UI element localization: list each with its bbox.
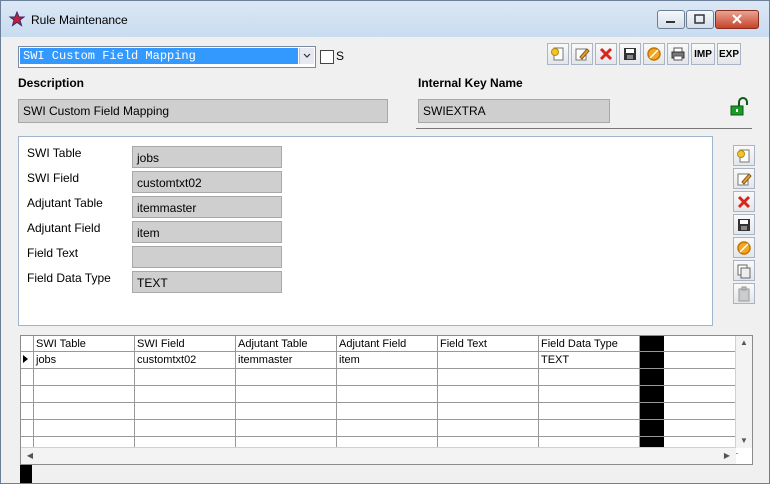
adjutant-field-field[interactable]: item bbox=[132, 221, 282, 243]
delete-button[interactable] bbox=[595, 43, 617, 65]
print-button[interactable] bbox=[667, 43, 689, 65]
grid-cell[interactable]: jobs bbox=[33, 351, 135, 369]
chevron-down-icon bbox=[303, 53, 311, 58]
cancel-button[interactable] bbox=[643, 43, 665, 65]
detail-panel: SWI Table jobs SWI Field customtxt02 Adj… bbox=[18, 136, 713, 326]
scroll-up-icon[interactable]: ▲ bbox=[737, 336, 751, 350]
field-data-type-label: Field Data Type bbox=[27, 271, 111, 285]
table-row[interactable] bbox=[21, 402, 738, 420]
column-header[interactable]: Field Data Type bbox=[538, 336, 640, 352]
horizontal-scrollbar[interactable]: ◀ ▶ bbox=[21, 447, 736, 464]
close-icon bbox=[732, 14, 742, 24]
grid-cell[interactable]: TEXT bbox=[538, 351, 640, 369]
internal-key-field[interactable]: SWIEXTRA bbox=[418, 99, 610, 123]
column-header[interactable]: SWI Table bbox=[33, 336, 135, 352]
rule-select[interactable]: SWI Custom Field Mapping bbox=[18, 46, 316, 68]
cancel-circle-icon bbox=[737, 240, 751, 255]
column-header[interactable]: Field Text bbox=[437, 336, 539, 352]
scroll-right-icon[interactable]: ▶ bbox=[720, 449, 734, 463]
row-pointer-icon bbox=[21, 351, 34, 369]
new-button[interactable] bbox=[547, 43, 569, 65]
paste-icon bbox=[738, 286, 750, 301]
table-row[interactable] bbox=[21, 368, 738, 386]
grid-cell[interactable]: item bbox=[336, 351, 438, 369]
grid-cell[interactable]: customtxt02 bbox=[134, 351, 236, 369]
minimize-icon bbox=[666, 21, 675, 23]
title-bar[interactable]: Rule Maintenance bbox=[1, 1, 769, 37]
dropdown-arrow[interactable] bbox=[299, 48, 314, 64]
column-header-empty bbox=[663, 336, 738, 352]
side-paste-button[interactable] bbox=[733, 283, 755, 304]
grid-cell[interactable]: itemmaster bbox=[235, 351, 337, 369]
edit-icon bbox=[575, 48, 590, 61]
column-header[interactable]: Adjutant Table bbox=[235, 336, 337, 352]
vertical-scrollbar[interactable]: ▲ ▼ bbox=[735, 336, 752, 448]
table-row[interactable] bbox=[21, 419, 738, 437]
copy-icon bbox=[737, 264, 751, 278]
adjutant-table-field[interactable]: itemmaster bbox=[132, 196, 282, 218]
scroll-down-icon[interactable]: ▼ bbox=[737, 434, 751, 448]
side-save-button[interactable] bbox=[733, 214, 755, 235]
scroll-left-icon[interactable]: ◀ bbox=[23, 449, 37, 463]
floppy-disk-icon bbox=[738, 218, 750, 231]
column-header[interactable]: Adjutant Field bbox=[336, 336, 438, 352]
description-field[interactable]: SWI Custom Field Mapping bbox=[18, 99, 388, 123]
delete-x-icon bbox=[599, 47, 613, 61]
swi-field-field[interactable]: customtxt02 bbox=[132, 171, 282, 193]
top-toolbar: IMP EXP bbox=[547, 43, 741, 65]
close-button[interactable] bbox=[715, 10, 759, 29]
grid-cell[interactable] bbox=[437, 351, 539, 369]
save-button[interactable] bbox=[619, 43, 641, 65]
side-new-button[interactable] bbox=[733, 145, 755, 166]
minimize-button[interactable] bbox=[657, 10, 685, 29]
window-title: Rule Maintenance bbox=[31, 13, 128, 27]
grid-header-row: SWI Table SWI Field Adjutant Table Adjut… bbox=[21, 336, 738, 352]
black-column bbox=[639, 351, 664, 369]
side-cancel-button[interactable] bbox=[733, 237, 755, 258]
unlock-icon[interactable] bbox=[729, 97, 749, 117]
column-header[interactable]: SWI Field bbox=[134, 336, 236, 352]
bottom-edge-marker bbox=[20, 465, 32, 483]
side-delete-button[interactable] bbox=[733, 191, 755, 212]
rule-select-value: SWI Custom Field Mapping bbox=[20, 48, 298, 64]
grid-table: SWI Table SWI Field Adjutant Table Adjut… bbox=[21, 336, 738, 464]
app-star-icon bbox=[9, 11, 25, 27]
delete-x-icon bbox=[737, 195, 751, 208]
edit-button[interactable] bbox=[571, 43, 593, 65]
side-toolbar bbox=[733, 145, 755, 304]
maximize-icon bbox=[694, 14, 705, 24]
new-record-icon bbox=[737, 149, 750, 162]
side-edit-button[interactable] bbox=[733, 168, 755, 189]
edit-icon bbox=[737, 172, 752, 185]
printer-icon bbox=[671, 47, 685, 61]
floppy-disk-icon bbox=[624, 48, 636, 60]
s-checkbox[interactable] bbox=[320, 50, 334, 64]
maximize-button[interactable] bbox=[686, 10, 714, 29]
table-row[interactable]: jobs customtxt02 itemmaster item TEXT bbox=[21, 351, 738, 369]
divider bbox=[416, 128, 752, 129]
swi-table-field[interactable]: jobs bbox=[132, 146, 282, 168]
import-button[interactable]: IMP bbox=[691, 43, 715, 65]
field-text-field[interactable] bbox=[132, 246, 282, 268]
rules-grid[interactable]: SWI Table SWI Field Adjutant Table Adjut… bbox=[20, 335, 753, 465]
export-button[interactable]: EXP bbox=[717, 43, 741, 65]
grid-cell bbox=[663, 351, 738, 369]
internal-key-label: Internal Key Name bbox=[418, 76, 523, 90]
row-header-corner bbox=[21, 336, 34, 352]
swi-field-label: SWI Field bbox=[27, 171, 80, 185]
table-row[interactable] bbox=[21, 385, 738, 403]
cancel-circle-icon bbox=[647, 47, 661, 61]
field-data-type-field[interactable]: TEXT bbox=[132, 271, 282, 293]
side-copy-button[interactable] bbox=[733, 260, 755, 281]
rule-maintenance-window: Rule Maintenance SWI Custom Field Mappin… bbox=[0, 0, 770, 484]
field-text-label: Field Text bbox=[27, 246, 79, 260]
s-checkbox-label: S bbox=[336, 49, 345, 63]
adjutant-field-label: Adjutant Field bbox=[27, 221, 101, 235]
description-label: Description bbox=[18, 76, 85, 90]
new-record-icon bbox=[551, 47, 564, 61]
adjutant-table-label: Adjutant Table bbox=[27, 196, 103, 210]
swi-table-label: SWI Table bbox=[27, 146, 82, 160]
black-column bbox=[639, 336, 664, 352]
